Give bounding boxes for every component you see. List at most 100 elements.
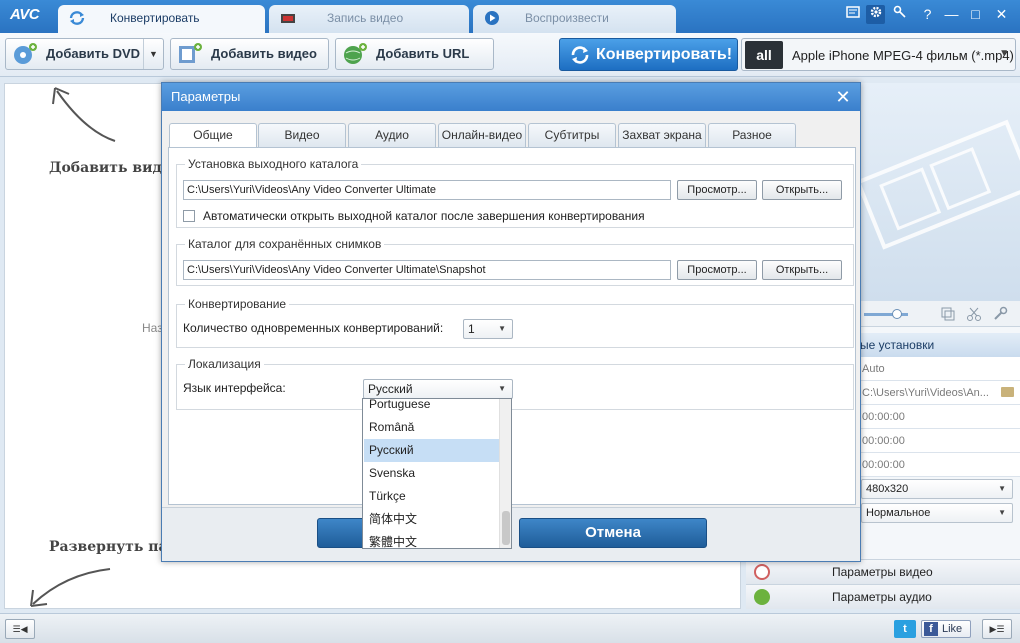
app-logo: AVC (10, 6, 40, 23)
twitter-icon[interactable]: t (894, 620, 916, 638)
tab-convert-label: Конвертировать (110, 11, 200, 25)
auto-open-checkbox[interactable] (183, 210, 195, 222)
skin-icon[interactable] (843, 5, 862, 24)
concurrent-label: Количество одновременных конвертирований… (183, 321, 444, 335)
status-bar: ☰◀ t f Like ▶☰ (0, 613, 1020, 643)
localization-group: Локализация Язык интерфейса: Русский ▼ (176, 357, 854, 410)
output-profile-select[interactable]: all Apple iPhone MPEG-4 фильм (*.mp4) ▼ (741, 38, 1016, 71)
record-video-icon (281, 14, 295, 23)
help-icon[interactable]: ? (918, 5, 937, 24)
cancel-button[interactable]: Отмена (519, 518, 707, 548)
tab-subtitles[interactable]: Субтитры (528, 123, 616, 147)
facebook-like-button[interactable]: f Like (921, 620, 971, 638)
snapshot-browse-button[interactable]: Просмотр... (677, 260, 757, 280)
tab-play[interactable]: Воспроизвести (473, 5, 676, 33)
add-dvd-label: Добавить DVD (46, 46, 141, 61)
tab-online-video[interactable]: Онлайн-видео (438, 123, 526, 147)
globe-icon (344, 43, 367, 64)
close-icon[interactable]: ✕ (992, 5, 1011, 24)
tab-audio[interactable]: Аудио (348, 123, 436, 147)
snapshot-path-field[interactable]: C:\Users\Yuri\Videos\Any Video Converter… (183, 260, 671, 280)
add-video-button[interactable]: Добавить видео (170, 38, 329, 70)
settings-row-auto[interactable]: Auto (858, 357, 1020, 381)
minimize-icon[interactable]: — (942, 5, 961, 24)
resolution-value: 480x320 (866, 483, 909, 495)
dropdown-scrollbar-thumb[interactable] (502, 511, 510, 545)
language-option[interactable]: Svenska (364, 462, 500, 485)
audio-params-label: Параметры аудио (832, 590, 932, 604)
maximize-icon[interactable]: □ (966, 5, 985, 24)
tab-misc[interactable]: Разное (708, 123, 796, 147)
tab-video[interactable]: Видео (258, 123, 346, 147)
language-option[interactable]: Română (364, 416, 500, 439)
key-icon[interactable] (890, 5, 909, 24)
basic-settings-header[interactable]: ые установки (858, 333, 1020, 357)
add-dvd-button[interactable]: Добавить DVD ▼ (5, 38, 164, 70)
arrow-up-icon (52, 87, 116, 142)
dialog-title: Параметры (162, 83, 860, 111)
video-params-icon (754, 564, 770, 580)
output-open-button[interactable]: Открыть... (762, 180, 842, 200)
snapshot-open-button[interactable]: Открыть... (762, 260, 842, 280)
settings-gear-icon[interactable] (866, 5, 885, 24)
settings-row-start-time[interactable]: 00:00:00 (858, 405, 1020, 429)
settings-row-stop-time[interactable]: 00:00:00 (858, 429, 1020, 453)
refresh-icon (571, 46, 589, 64)
output-folder-value: C:\Users\Yuri\Videos\An... (862, 387, 989, 399)
copy-icon[interactable] (940, 306, 956, 322)
tab-convert[interactable]: Конвертировать (58, 5, 265, 33)
folder-icon[interactable] (1001, 387, 1014, 397)
chevron-down-icon: ▼ (999, 48, 1009, 59)
profile-label: Apple iPhone MPEG-4 фильм (*.mp4) (792, 48, 1014, 63)
preview-controls (858, 301, 1020, 327)
localization-group-label: Локализация (185, 357, 264, 371)
convert-button[interactable]: Конвертировать! (559, 38, 738, 71)
volume-slider-thumb[interactable] (892, 309, 902, 319)
snapshot-folder-group: Каталог для сохранённых снимков C:\Users… (176, 237, 854, 286)
output-path-field[interactable]: C:\Users\Yuri\Videos\Any Video Converter… (183, 180, 671, 200)
settings-row-duration[interactable]: 00:00:00 (858, 453, 1020, 477)
tab-record-video-label: Запись видео (327, 11, 404, 25)
tab-play-label: Воспроизвести (525, 11, 609, 25)
video-params-label: Параметры видео (832, 565, 933, 579)
collapse-panel-button[interactable]: ☰◀ (5, 619, 35, 639)
expand-panel-button[interactable]: ▶☰ (982, 619, 1012, 639)
chevron-down-icon[interactable]: ▼ (143, 39, 163, 69)
quality-select[interactable]: Нормальное ▼ (861, 503, 1013, 523)
language-option-selected[interactable]: Русский (364, 439, 500, 462)
output-browse-button[interactable]: Просмотр... (677, 180, 757, 200)
video-params-bar[interactable]: Параметры видео (746, 559, 1020, 584)
film-strip-icon (855, 119, 1020, 250)
video-preview (855, 83, 1020, 301)
audio-params-bar[interactable]: Параметры аудио (746, 584, 1020, 609)
resolution-select[interactable]: 480x320 ▼ (861, 479, 1013, 499)
wrench-icon[interactable] (992, 306, 1008, 322)
language-option[interactable]: Portuguese (364, 399, 500, 416)
hint-expand: Развернуть па (49, 539, 168, 555)
audio-params-icon (754, 589, 770, 605)
conversion-group: Конвертирование Количество одновременных… (176, 297, 854, 348)
dvd-icon (14, 43, 37, 64)
tab-screen-capture[interactable]: Захват экрана (618, 123, 706, 147)
language-option[interactable]: 繁體中文 (364, 531, 500, 548)
tab-general[interactable]: Общие (169, 123, 257, 148)
snapshot-folder-group-label: Каталог для сохранённых снимков (185, 237, 385, 251)
general-settings-panel: Установка выходного каталога C:\Users\Yu… (168, 147, 856, 505)
output-folder-group: Установка выходного каталога C:\Users\Yu… (176, 157, 854, 228)
convert-label: Конвертировать! (596, 46, 733, 63)
dropdown-scrollbar[interactable] (499, 399, 511, 548)
dialog-close-icon[interactable]: ✕ (833, 87, 853, 107)
add-url-button[interactable]: Добавить URL (335, 38, 494, 70)
scissors-icon[interactable] (966, 306, 982, 322)
like-label: Like (942, 623, 963, 635)
concurrent-select[interactable]: 1 ▼ (463, 319, 513, 339)
tab-record-video[interactable]: Запись видео (269, 5, 469, 33)
title-bar: AVC Конвертировать Запись видео Воспроиз… (0, 0, 1020, 33)
language-option[interactable]: Türkçe (364, 485, 500, 508)
hint-add-video: Добавить виде (49, 160, 171, 176)
settings-row-output-folder[interactable]: C:\Users\Yuri\Videos\An... (858, 381, 1020, 405)
profile-badge: all (745, 41, 783, 69)
language-value: Русский (368, 382, 413, 396)
language-select[interactable]: Русский ▼ (363, 379, 513, 399)
language-option[interactable]: 简体中文 (364, 508, 500, 531)
